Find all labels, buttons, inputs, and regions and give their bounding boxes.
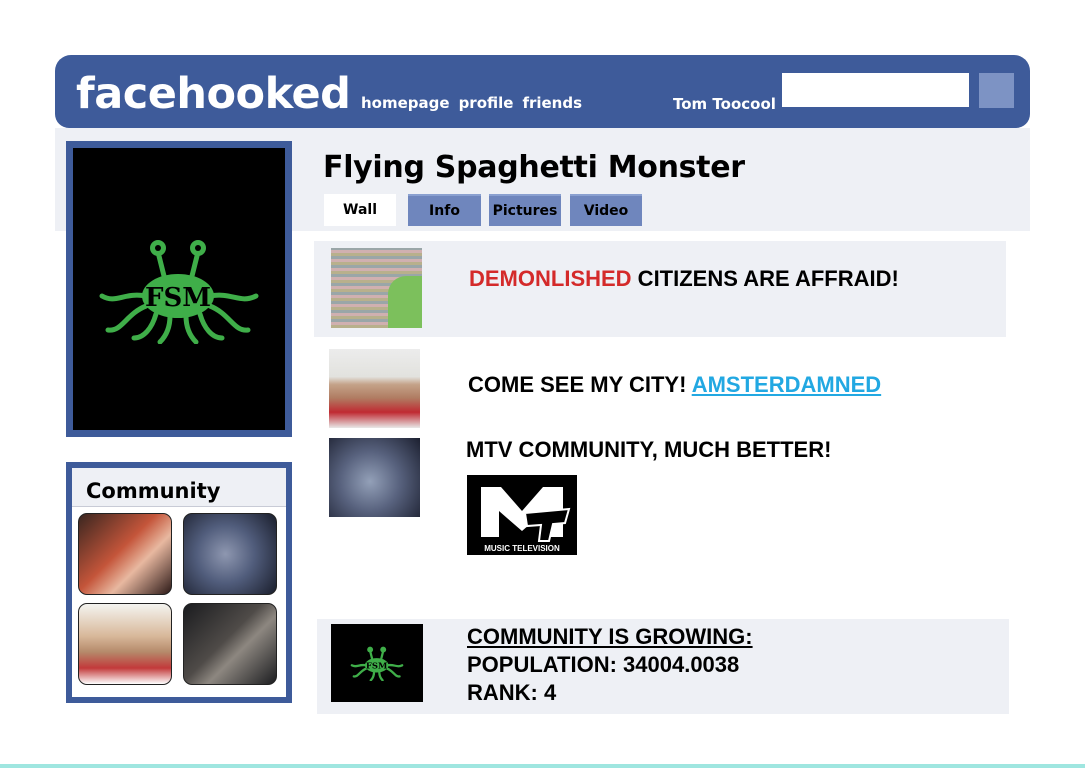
community-member-photo[interactable] [183,603,277,685]
city-map-image[interactable] [331,248,422,328]
community-member-photo[interactable] [183,513,277,595]
post-highlight: DEMONLISHED [469,266,632,291]
user-avatar[interactable] [329,438,420,517]
site-logo[interactable]: facehooked [76,67,351,121]
rank-value: RANK: 4 [467,680,557,705]
bottom-divider [0,764,1085,768]
fsm-thumbnail-text: FSM [366,662,388,672]
current-user-name[interactable]: Tom Toocool [673,95,776,113]
profile-picture[interactable]: FSM [66,141,292,437]
user-avatar[interactable] [329,349,420,428]
community-title: Community [72,468,286,507]
top-bar: facehooked homepage profile friends Tom … [55,55,1030,128]
post-text: MTV COMMUNITY, MUCH BETTER! [466,437,832,462]
fsm-logo: FSM [73,148,285,430]
community-growing-heading: COMMUNITY IS GROWING: [467,624,753,649]
nav-homepage[interactable]: homepage [361,94,450,112]
post-text: COME SEE MY CITY! AMSTERDAMNED [468,372,881,398]
fsm-thumbnail[interactable]: FSM [331,624,423,702]
community-member-photo[interactable] [78,603,172,685]
tab-pictures[interactable]: Pictures [489,194,561,226]
mtv-logo[interactable]: MUSIC TELEVISION [467,475,577,555]
community-member-photo[interactable] [78,513,172,595]
community-box: Community [66,462,292,703]
nav-profile[interactable]: profile [459,94,514,112]
nav-friends[interactable]: friends [522,94,582,112]
amsterdamned-link[interactable]: AMSTERDAMNED [692,372,881,397]
profile-name: Flying Spaghetti Monster [323,150,745,185]
mtv-logo-caption: MUSIC TELEVISION [484,544,560,553]
tab-info[interactable]: Info [408,194,481,226]
population-value: POPULATION: 34004.0038 [467,652,740,677]
main-nav: homepage profile friends [361,94,582,112]
tab-wall[interactable]: Wall [324,194,396,226]
search-input[interactable] [782,73,969,107]
post-text: DEMONLISHED CITIZENS ARE AFFRAID! [469,266,899,292]
fsm-logo-text: FSM [145,283,211,313]
post-text-rest: CITIZENS ARE AFFRAID! [631,266,899,291]
search-button[interactable] [979,73,1014,108]
post-text-rest: COME SEE MY CITY! [468,372,692,397]
tab-video[interactable]: Video [570,194,642,226]
